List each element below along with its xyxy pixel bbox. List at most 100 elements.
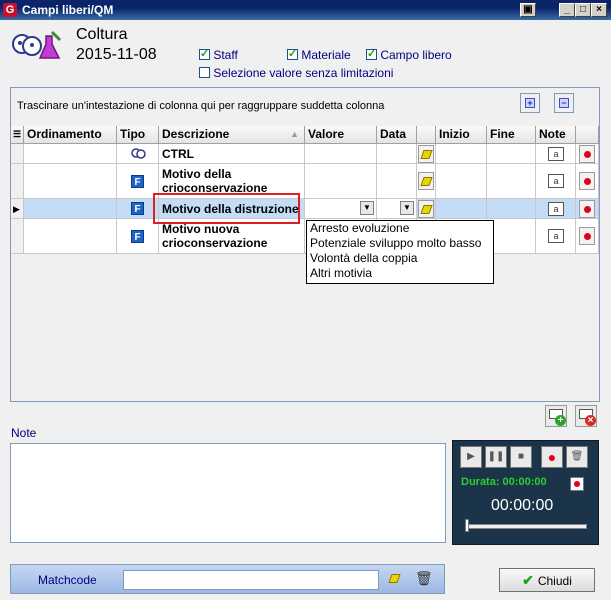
cell-valore[interactable] — [305, 164, 377, 199]
column-descrizione[interactable]: Descrizione ▲ — [159, 126, 305, 144]
group-by-area[interactable]: Trascinare un'intestazione di colonna qu… — [11, 88, 599, 126]
campo-libero-check-box[interactable] — [366, 47, 377, 60]
unlimited-selection-check-box[interactable] — [199, 67, 210, 78]
materiale-check-box[interactable] — [287, 47, 298, 60]
row-indicator[interactable] — [11, 219, 24, 254]
dropdown-option[interactable]: Arresto evoluzione — [307, 221, 493, 236]
column-tipo[interactable]: Tipo — [117, 126, 159, 144]
cell-data[interactable] — [377, 144, 417, 164]
cell-note: a — [536, 219, 576, 254]
cell-ordinamento[interactable] — [24, 219, 117, 254]
dropdown-option[interactable]: Altri motivia — [307, 266, 493, 281]
cell-data[interactable] — [377, 164, 417, 199]
cell-ordinamento[interactable] — [24, 144, 117, 164]
materiale-checkbox[interactable]: Materiale — [287, 47, 351, 62]
table-row[interactable]: F Motivo della crioconservazione a — [11, 164, 599, 199]
column-inizio[interactable]: Inizio — [436, 126, 487, 144]
valore-combobox[interactable]: ▼ — [305, 199, 377, 219]
cell-pen — [417, 199, 436, 219]
minimize-button[interactable]: _ — [559, 3, 575, 17]
trash-icon[interactable]: 🗑 — [566, 446, 588, 468]
cell-valore[interactable] — [305, 144, 377, 164]
add-row-button[interactable]: + — [545, 405, 567, 427]
cell-descrizione[interactable]: Motivo nuova crioconservazione — [159, 219, 305, 254]
cell-ordinamento[interactable] — [24, 199, 117, 219]
cell-inizio[interactable] — [436, 144, 487, 164]
cell-ordinamento[interactable] — [24, 164, 117, 199]
row-pointer-icon[interactable]: ▶ — [11, 199, 24, 219]
notes-textarea[interactable] — [10, 443, 446, 543]
cell-pen — [417, 144, 436, 164]
column-note[interactable]: Note — [536, 126, 576, 144]
matchcode-pen-icon[interactable] — [387, 570, 403, 588]
column-valore[interactable]: Valore — [305, 126, 377, 144]
cell-inizio[interactable] — [436, 164, 487, 199]
record-small-icon[interactable] — [570, 477, 584, 491]
slider-thumb[interactable] — [465, 519, 469, 532]
stop-icon[interactable]: ■ — [510, 446, 532, 468]
free-fields-grid: Trascinare un'intestazione di colonna qu… — [10, 87, 600, 402]
chevron-down-icon[interactable]: ▼ — [400, 201, 414, 215]
table-row[interactable]: F Motivo nuova crioconservazione a — [11, 219, 599, 254]
cell-tipo — [117, 144, 159, 164]
cell-fine[interactable] — [487, 144, 536, 164]
cell-descrizione[interactable]: CTRL — [159, 144, 305, 164]
pause-icon[interactable]: ❚❚ — [485, 446, 507, 468]
record-icon[interactable] — [579, 227, 595, 245]
campo-libero-checkbox[interactable]: Campo libero — [366, 47, 452, 62]
data-combobox[interactable]: ▼ — [377, 199, 417, 219]
matchcode-trash-icon[interactable]: 🗑 — [415, 570, 433, 587]
field-type-icon: F — [131, 202, 144, 215]
sort-asc-icon: ▲ — [290, 129, 299, 139]
edit-pen-icon[interactable] — [418, 200, 434, 218]
column-chooser-icon[interactable]: ☰ — [11, 126, 24, 144]
edit-pen-icon[interactable] — [418, 145, 434, 163]
column-data[interactable]: Data — [377, 126, 417, 144]
record-icon[interactable] — [579, 172, 595, 190]
row-indicator[interactable] — [11, 164, 24, 199]
cell-rec — [576, 219, 599, 254]
dropdown-option[interactable]: Potenziale sviluppo molto basso — [307, 236, 493, 251]
cell-fine[interactable] — [487, 199, 536, 219]
cell-rec — [576, 199, 599, 219]
record-icon[interactable]: ● — [541, 446, 563, 468]
cell-inizio[interactable] — [436, 199, 487, 219]
delete-row-button[interactable]: × — [575, 405, 597, 427]
audio-player: ▶ ❚❚ ■ ● 🗑 Durata: 00:00:00 00:00:00 — [452, 440, 599, 545]
note-icon[interactable]: a — [548, 229, 564, 243]
column-ordinamento[interactable]: Ordinamento — [24, 126, 117, 144]
cell-note: a — [536, 164, 576, 199]
close-button[interactable]: × — [591, 3, 607, 17]
row-indicator[interactable] — [11, 144, 24, 164]
close-dialog-button[interactable]: ✔ Chiudi — [499, 568, 595, 592]
note-icon[interactable]: a — [548, 202, 564, 216]
play-icon[interactable]: ▶ — [460, 446, 482, 468]
unlimited-selection-checkbox[interactable]: Selezione valore senza limitazioni — [199, 66, 393, 80]
column-fine[interactable]: Fine — [487, 126, 536, 144]
expand-all-button[interactable]: + — [520, 93, 540, 113]
column-blank[interactable] — [417, 126, 436, 144]
note-icon[interactable]: a — [548, 147, 564, 161]
collapse-all-button[interactable]: − — [554, 93, 574, 113]
minus-icon: − — [559, 98, 569, 108]
cell-fine[interactable] — [487, 219, 536, 254]
dropdown-option[interactable]: Volontà della coppia — [307, 251, 493, 266]
progress-slider[interactable] — [465, 524, 587, 529]
record-icon[interactable] — [579, 200, 595, 218]
column-rec[interactable] — [576, 126, 599, 144]
staff-check-box[interactable] — [199, 47, 210, 60]
staff-icon — [131, 148, 146, 159]
edit-pen-icon[interactable] — [418, 172, 434, 190]
maximize-button[interactable]: □ — [575, 3, 591, 17]
chevron-down-icon[interactable]: ▼ — [360, 201, 374, 215]
matchcode-input[interactable] — [123, 570, 379, 590]
table-row-selected[interactable]: ▶ F Motivo della distruzione ▼ ▼ a — [11, 199, 599, 219]
staff-checkbox[interactable]: Staff — [199, 47, 238, 62]
cell-fine[interactable] — [487, 164, 536, 199]
close-label: Chiudi — [537, 574, 572, 588]
table-row[interactable]: CTRL a — [11, 144, 599, 164]
record-icon[interactable] — [579, 145, 595, 163]
cell-rec — [576, 164, 599, 199]
camera-icon[interactable]: ▣ — [520, 3, 536, 17]
note-icon[interactable]: a — [548, 174, 564, 188]
